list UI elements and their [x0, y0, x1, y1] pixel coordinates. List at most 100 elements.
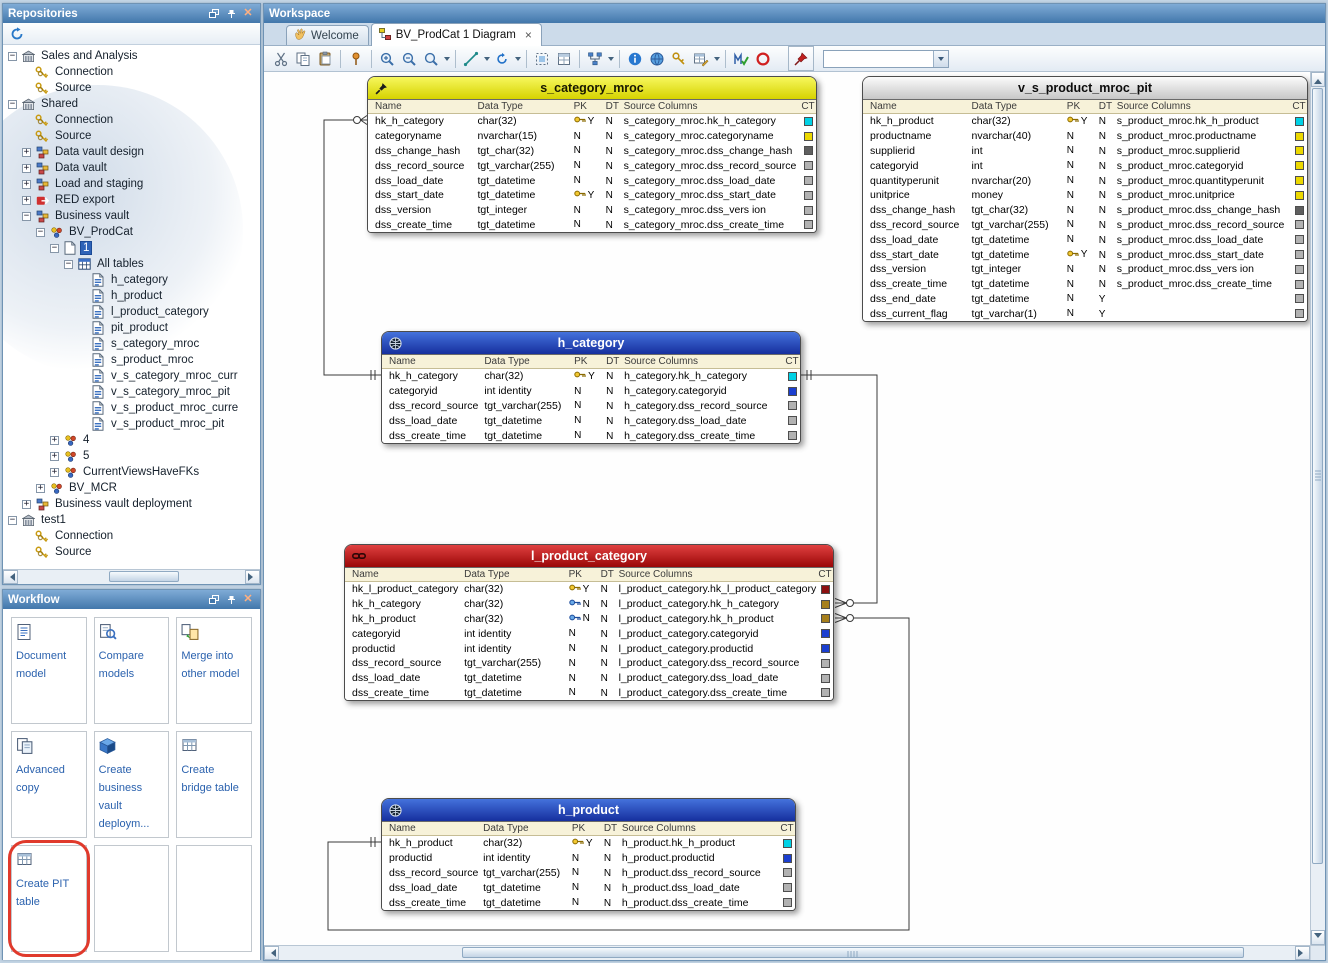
- key-gold-button[interactable]: [668, 48, 690, 69]
- tree-item-s-product-mroc[interactable]: s_product_mroc: [3, 352, 260, 368]
- pin-icon[interactable]: [224, 7, 238, 20]
- scroll-left-arrow[interactable]: [3, 570, 18, 584]
- workflow-card-create-pit-table[interactable]: Create PIT table: [11, 845, 87, 952]
- dropdown-arrow-icon[interactable]: [712, 48, 721, 69]
- diagram-combo-box[interactable]: [823, 50, 949, 68]
- dropdown-arrow-icon[interactable]: [482, 48, 491, 69]
- entity-attribute-row[interactable]: hk_l_product_categorychar(32)YNl_product…: [345, 582, 833, 597]
- tree-item-v-s-product-mroc-pit[interactable]: v_s_product_mroc_pit: [3, 416, 260, 432]
- entity-attribute-row[interactable]: dss_record_sourcetgt_varchar(255)NNh_cat…: [382, 399, 800, 414]
- scroll-right-arrow[interactable]: [245, 570, 260, 584]
- tree-expander[interactable]: −: [36, 228, 45, 237]
- tree-expander[interactable]: −: [50, 244, 59, 253]
- pin-icon[interactable]: [224, 593, 238, 606]
- entity-attribute-row[interactable]: dss_start_datetgt_datetimeYNs_product_mr…: [863, 247, 1307, 262]
- tree-expander[interactable]: +: [50, 468, 59, 477]
- entity-attribute-row[interactable]: hk_h_productchar(32)YNh_product.hk_h_pro…: [382, 836, 795, 851]
- entity-attribute-row[interactable]: dss_record_sourcetgt_varchar(255)NNh_pro…: [382, 866, 795, 881]
- scroll-down-arrow[interactable]: [1311, 930, 1325, 945]
- hierarchy-button[interactable]: [584, 48, 606, 69]
- entity-attribute-row[interactable]: dss_record_sourcetgt_varchar(255)NNs_pro…: [863, 218, 1307, 233]
- tree-item-connection[interactable]: Connection: [3, 528, 260, 544]
- globe-button[interactable]: [646, 48, 668, 69]
- workflow-card-create-business-vault-deploym[interactable]: Create business vault deploym...: [94, 731, 170, 838]
- close-icon[interactable]: ✕: [241, 593, 255, 606]
- marquee-button[interactable]: [531, 48, 553, 69]
- tree-item-connection[interactable]: Connection: [3, 64, 260, 80]
- entity-attribute-row[interactable]: dss_end_datetgt_datetimeNY: [863, 292, 1307, 307]
- entity-title[interactable]: h_product: [382, 799, 795, 822]
- tree-item-v-s-category-mroc-pit[interactable]: v_s_category_mroc_pit: [3, 384, 260, 400]
- tree-expander[interactable]: +: [22, 500, 31, 509]
- float-icon[interactable]: [207, 7, 221, 20]
- tree-expander[interactable]: +: [50, 452, 59, 461]
- tree-item-1[interactable]: −1: [3, 240, 260, 256]
- dropdown-arrow-icon[interactable]: [513, 48, 522, 69]
- entity-attribute-row[interactable]: dss_change_hashtgt_char(32)NNs_category_…: [368, 144, 816, 159]
- tree-expander[interactable]: −: [64, 260, 73, 269]
- tree-item-bv-mcr[interactable]: +BV_MCR: [3, 480, 260, 496]
- entity-attribute-row[interactable]: categoryidint identityNNl_product_catego…: [345, 626, 833, 641]
- entity-attribute-row[interactable]: dss_versiontgt_integerNNs_product_mroc.d…: [863, 262, 1307, 277]
- entity-v_s_product_mroc_pit[interactable]: v_s_product_mroc_pitNameData TypePKDTSou…: [862, 76, 1308, 322]
- tree-item-shared[interactable]: −Shared: [3, 96, 260, 112]
- scroll-right-arrow[interactable]: [1295, 946, 1310, 960]
- tree-item-currentviewshavefks[interactable]: +CurrentViewsHaveFKs: [3, 464, 260, 480]
- tree-expander[interactable]: +: [22, 148, 31, 157]
- tree-item-5[interactable]: +5: [3, 448, 260, 464]
- tree-item-sales-and-analysis[interactable]: −Sales and Analysis: [3, 48, 260, 64]
- table-edit-button[interactable]: [690, 48, 712, 69]
- tab-close-icon[interactable]: ×: [525, 30, 532, 40]
- entity-attribute-row[interactable]: hk_h_productchar(32)YNs_product_mroc.hk_…: [863, 114, 1307, 129]
- entity-attribute-row[interactable]: dss_load_datetgt_datetimeNNs_product_mro…: [863, 232, 1307, 247]
- entity-attribute-row[interactable]: dss_record_sourcetgt_varchar(255)NNs_cat…: [368, 158, 816, 173]
- tree-expander[interactable]: +: [22, 180, 31, 189]
- entity-h_category[interactable]: h_categoryNameData TypePKDTSource Column…: [381, 331, 801, 444]
- refresh-button[interactable]: [491, 48, 513, 69]
- entity-attribute-row[interactable]: productidint identityNNl_product_categor…: [345, 641, 833, 656]
- repositories-hscrollbar[interactable]: [3, 569, 260, 584]
- refresh-button[interactable]: [7, 25, 27, 43]
- entity-attribute-row[interactable]: dss_create_timetgt_datetimeNNh_category.…: [382, 428, 800, 443]
- dropdown-arrow-icon[interactable]: [442, 48, 451, 69]
- tree-item-source[interactable]: Source: [3, 128, 260, 144]
- tree-item-connection[interactable]: Connection: [3, 112, 260, 128]
- cut-button[interactable]: [270, 48, 292, 69]
- entity-attribute-row[interactable]: hk_h_categorychar(32)YNs_category_mroc.h…: [368, 114, 816, 129]
- entity-attribute-row[interactable]: supplieridintNNs_product_mroc.supplierid: [863, 144, 1307, 159]
- repositories-titlebar[interactable]: Repositories ✕: [3, 4, 260, 23]
- entity-s_category_mroc[interactable]: s_category_mrocNameData TypePKDTSource C…: [367, 76, 817, 233]
- draw-line-button[interactable]: [460, 48, 482, 69]
- tree-item-l-product-category[interactable]: l_product_category: [3, 304, 260, 320]
- scroll-left-arrow[interactable]: [264, 946, 279, 960]
- combo-input[interactable]: [824, 52, 933, 66]
- pin-button[interactable]: [345, 48, 367, 69]
- tree-item-red-export[interactable]: +RED export: [3, 192, 260, 208]
- diagram-canvas[interactable]: s_category_mrocNameData TypePKDTSource C…: [264, 72, 1310, 945]
- tree-item-pit-product[interactable]: pit_product: [3, 320, 260, 336]
- tree-item-bv-prodcat[interactable]: −BV_ProdCat: [3, 224, 260, 240]
- entity-title[interactable]: v_s_product_mroc_pit: [863, 77, 1307, 100]
- tree-expander[interactable]: −: [8, 100, 17, 109]
- workflow-card-create-bridge-table[interactable]: Create bridge table: [176, 731, 252, 838]
- workflow-card-document-model[interactable]: Document model: [11, 617, 87, 724]
- tree-item-load-and-staging[interactable]: +Load and staging: [3, 176, 260, 192]
- entity-attribute-row[interactable]: hk_h_productchar(32)NNl_product_category…: [345, 612, 833, 627]
- entity-attribute-row[interactable]: categorynamenvarchar(15)NNs_category_mro…: [368, 129, 816, 144]
- entity-attribute-row[interactable]: unitpricemoneyNNs_product_mroc.unitprice: [863, 188, 1307, 203]
- entity-attribute-row[interactable]: categoryidintNNs_product_mroc.categoryid: [863, 158, 1307, 173]
- entity-attribute-row[interactable]: productnamenvarchar(40)NNs_product_mroc.…: [863, 129, 1307, 144]
- tree-item-data-vault[interactable]: +Data vault: [3, 160, 260, 176]
- entity-attribute-row[interactable]: dss_current_flagtgt_varchar(1)NY: [863, 306, 1307, 321]
- tree-item-source[interactable]: Source: [3, 544, 260, 560]
- entity-attribute-row[interactable]: dss_versiontgt_integerNNs_category_mroc.…: [368, 203, 816, 218]
- entity-attribute-row[interactable]: hk_h_categorychar(32)NNl_product_categor…: [345, 597, 833, 612]
- zoom-out-button[interactable]: [398, 48, 420, 69]
- entity-attribute-row[interactable]: dss_load_datetgt_datetimeNNh_category.ds…: [382, 413, 800, 428]
- entity-attribute-row[interactable]: dss_load_datetgt_datetimeNNs_category_mr…: [368, 173, 816, 188]
- scroll-thumb[interactable]: [1312, 88, 1323, 864]
- scroll-thumb[interactable]: [109, 571, 179, 582]
- tree-item-all-tables[interactable]: −All tables: [3, 256, 260, 272]
- tree-item-v-s-product-mroc-curre[interactable]: v_s_product_mroc_curre: [3, 400, 260, 416]
- tree-item-4[interactable]: +4: [3, 432, 260, 448]
